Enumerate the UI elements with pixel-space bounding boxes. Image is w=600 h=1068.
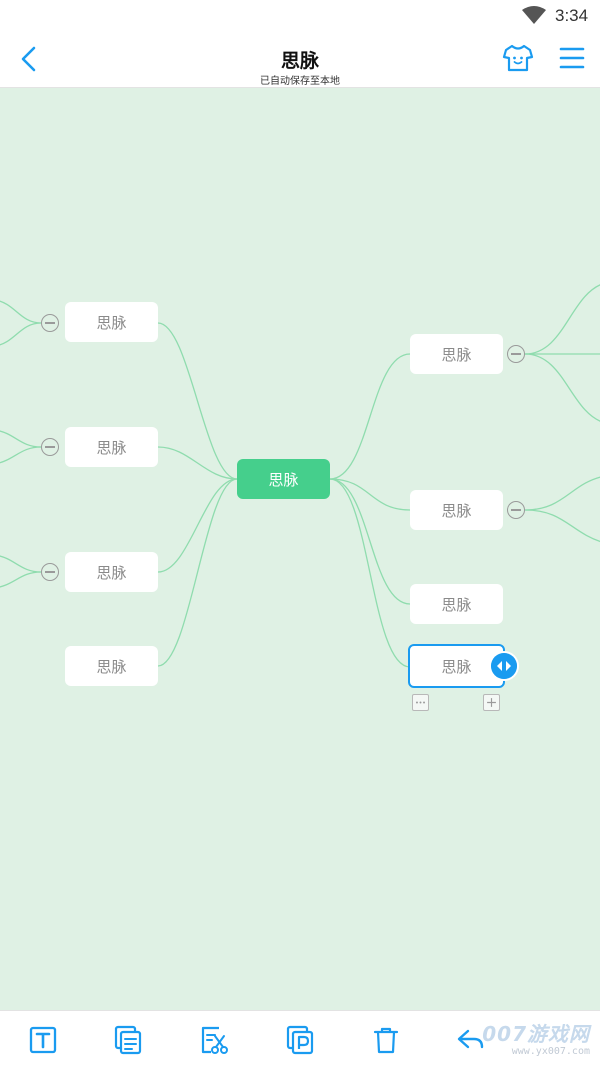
link-center-right-1 (329, 353, 411, 480)
cut-icon[interactable] (199, 1025, 229, 1055)
link-center-left-3 (157, 478, 238, 573)
collapse-button[interactable] (507, 501, 525, 519)
add-child-icon[interactable] (483, 694, 500, 711)
mindmap-links (0, 284, 600, 668)
collapse-button[interactable] (41, 314, 59, 332)
right-node-1[interactable]: 思脉 (410, 334, 503, 374)
link-center-right-4 (329, 478, 411, 668)
left-node-2[interactable]: 思脉 (65, 427, 158, 467)
right-node-2[interactable]: 思脉 (410, 490, 503, 530)
mindmap-canvas[interactable]: 思脉 思脉 思脉 思脉 思脉 思脉 思脉 思脉 思脉 (0, 88, 600, 1010)
watermark-url: www.yx007.com (511, 1046, 590, 1057)
paste-icon[interactable] (285, 1025, 315, 1055)
link-center-left-1 (157, 322, 238, 480)
text-icon[interactable] (28, 1025, 58, 1055)
right-node-3[interactable]: 思脉 (410, 584, 503, 624)
link-center-left-2 (157, 446, 238, 480)
watermark-text: 007游戏网 (482, 1022, 590, 1046)
drag-handle-icon[interactable] (491, 653, 517, 679)
status-bar: 3:34 (0, 0, 600, 32)
status-time: 3:34 (555, 6, 589, 25)
delete-icon[interactable] (371, 1025, 401, 1055)
collapse-button[interactable] (41, 563, 59, 581)
wifi-icon (522, 6, 546, 24)
collapse-button[interactable] (41, 438, 59, 456)
copy-icon[interactable] (113, 1025, 143, 1055)
left-node-3[interactable]: 思脉 (65, 552, 158, 592)
more-options-icon[interactable] (412, 694, 429, 711)
link-center-right-3 (329, 478, 411, 605)
left-node-1[interactable]: 思脉 (65, 302, 158, 342)
left-node-4[interactable]: 思脉 (65, 646, 158, 686)
center-node[interactable]: 思脉 (237, 459, 330, 499)
save-status: 已自动保存至本地 (260, 76, 340, 87)
menu-icon[interactable] (558, 44, 586, 72)
shirt-icon[interactable] (502, 42, 534, 74)
link-center-left-4 (157, 478, 238, 667)
app-header: 思脉 已自动保存至本地 (0, 32, 600, 88)
collapse-button[interactable] (507, 345, 525, 363)
watermark: 007游戏网 www.yx007.com (444, 1012, 594, 1064)
bottom-toolbar: 007游戏网 www.yx007.com (0, 1010, 600, 1068)
